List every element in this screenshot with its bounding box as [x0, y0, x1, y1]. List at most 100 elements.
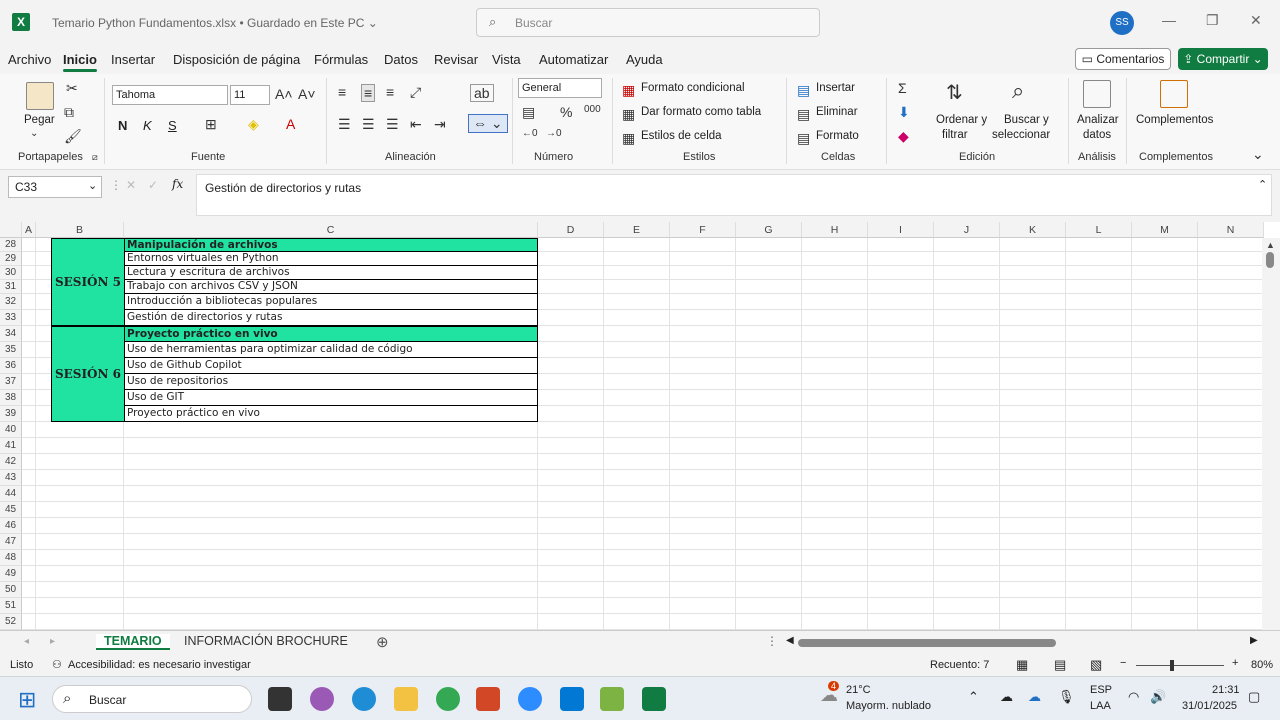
analyze-data-label-1[interactable]: Analizar	[1077, 114, 1119, 126]
column-header-e[interactable]: E	[604, 222, 670, 238]
spreadsheet-grid[interactable]: ABCDEFGHIJKLMN 28 29 30 31 32 33 34 35 36 37 38 39 4…	[0, 222, 1280, 630]
wrap-text-icon[interactable]: ab	[470, 84, 494, 102]
network-tray-icon[interactable]: ☁	[1000, 689, 1013, 705]
conditional-format-button[interactable]: Formato condicional	[641, 82, 745, 94]
vertical-scrollbar[interactable]	[1262, 238, 1280, 630]
chevron-down-icon[interactable]: ⌄	[368, 16, 378, 30]
row-header-37[interactable]: 37	[0, 374, 22, 390]
align-left-icon[interactable]: ☰	[338, 116, 351, 133]
column-header-k[interactable]: K	[1000, 222, 1066, 238]
row-header-45[interactable]: 45	[0, 502, 22, 518]
row-header-41[interactable]: 41	[0, 438, 22, 454]
column-header-l[interactable]: L	[1066, 222, 1132, 238]
file-explorer-icon[interactable]	[394, 687, 418, 711]
edge-icon[interactable]	[352, 687, 376, 711]
vscode-icon[interactable]	[560, 687, 584, 711]
close-icon[interactable]: ✕	[1250, 12, 1262, 29]
session-title-cell[interactable]: Proyecto práctico en vivo	[124, 326, 538, 342]
orientation-icon[interactable]: ⤢	[410, 84, 421, 101]
normal-view-icon[interactable]: ▦	[1016, 657, 1028, 673]
align-right-icon[interactable]: ☰	[386, 116, 399, 133]
underline-button[interactable]: S	[168, 118, 177, 133]
row-header-33[interactable]: 33	[0, 310, 22, 326]
chevron-down-icon[interactable]: ⌄	[88, 179, 97, 192]
fill-icon[interactable]: ⬇	[898, 104, 910, 121]
paste-icon[interactable]	[26, 82, 54, 110]
insert-function-icon[interactable]: fx	[172, 177, 183, 191]
horizontal-scroll-thumb[interactable]	[798, 639, 1056, 647]
font-size-select[interactable]: 11	[230, 85, 270, 105]
decrease-decimal-icon[interactable]: →0	[546, 128, 562, 139]
addins-button[interactable]: Complementos	[1136, 114, 1213, 126]
row-header-47[interactable]: 47	[0, 534, 22, 550]
analyze-data-icon[interactable]	[1083, 80, 1111, 108]
borders-icon[interactable]: ⊞	[205, 116, 217, 133]
delete-cells-icon[interactable]: ▤	[797, 106, 810, 123]
row-header-49[interactable]: 49	[0, 566, 22, 582]
topic-cell[interactable]: Gestión de directorios y rutas	[124, 310, 538, 326]
sort-filter-label-2[interactable]: filtrar	[942, 129, 968, 141]
session-title-cell[interactable]: Manipulación de archivos	[124, 238, 538, 252]
cut-icon[interactable]: ✂	[66, 80, 78, 97]
vertical-scroll-thumb[interactable]	[1266, 252, 1274, 268]
column-header-m[interactable]: M	[1132, 222, 1198, 238]
sort-filter-icon[interactable]: ⇅	[946, 80, 963, 105]
format-table-button[interactable]: Dar formato como tabla	[641, 106, 761, 118]
select-all-corner[interactable]	[0, 222, 22, 238]
font-name-select[interactable]: Tahoma	[112, 85, 228, 105]
dialog-launcher-icon[interactable]: ⧄	[92, 152, 98, 163]
column-header-g[interactable]: G	[736, 222, 802, 238]
tab-vista[interactable]: Vista	[492, 52, 521, 67]
enter-icon[interactable]: ✓	[148, 178, 158, 192]
column-header-c[interactable]: C	[124, 222, 538, 238]
row-header-36[interactable]: 36	[0, 358, 22, 374]
powerpoint-icon[interactable]	[476, 687, 500, 711]
page-layout-icon[interactable]: ▤	[1054, 657, 1066, 673]
tab-formulas[interactable]: Fórmulas	[314, 52, 368, 67]
keyboard-layout[interactable]: LAA	[1090, 700, 1111, 712]
windows-start-icon[interactable]: ⊞	[18, 687, 36, 713]
notifications-icon[interactable]: ▢	[1248, 689, 1260, 705]
currency-icon[interactable]: ▤	[522, 104, 535, 121]
topic-cell[interactable]: Uso de herramientas para optimizar calid…	[124, 342, 538, 358]
row-header-48[interactable]: 48	[0, 550, 22, 566]
row-header-52[interactable]: 52	[0, 614, 22, 630]
share-button[interactable]: ⇪ Compartir ⌄	[1178, 48, 1268, 70]
row-header-40[interactable]: 40	[0, 422, 22, 438]
row-header-31[interactable]: 31	[0, 280, 22, 294]
increase-indent-icon[interactable]: ⇥	[434, 116, 446, 133]
autosum-icon[interactable]: Σ	[898, 80, 907, 96]
chevron-up-icon[interactable]: ⌃	[968, 689, 979, 705]
column-header-n[interactable]: N	[1198, 222, 1264, 238]
decrease-indent-icon[interactable]: ⇤	[410, 116, 422, 133]
chevron-down-icon[interactable]: ⌄	[1252, 146, 1264, 163]
merge-center-icon[interactable]: ⇔ ⌄	[468, 114, 508, 133]
zoom-slider[interactable]	[1136, 665, 1224, 666]
align-top-icon[interactable]: ≡	[338, 84, 346, 100]
scroll-right-icon[interactable]: ▶	[1250, 635, 1258, 646]
percent-icon[interactable]: %	[560, 104, 572, 120]
topic-cell[interactable]: Trabajo con archivos CSV y JSON	[124, 280, 538, 294]
analyze-data-label-2[interactable]: datos	[1083, 129, 1111, 141]
cancel-icon[interactable]: ✕	[126, 178, 136, 192]
column-header-a[interactable]: A	[22, 222, 36, 238]
search-box[interactable]: ⌕ Buscar	[476, 8, 820, 37]
align-bottom-icon[interactable]: ≡	[386, 84, 394, 100]
tab-insertar[interactable]: Insertar	[111, 52, 155, 67]
session-label[interactable]: SESIÓN 5	[51, 238, 125, 326]
cell-styles-button[interactable]: Estilos de celda	[641, 130, 722, 142]
next-sheet-icon[interactable]: ▸	[50, 636, 55, 647]
format-painter-icon[interactable]: 🖌	[64, 128, 82, 145]
page-break-icon[interactable]: ▧	[1090, 657, 1102, 673]
scroll-left-icon[interactable]: ◀	[786, 635, 794, 646]
volume-icon[interactable]: 🔊	[1150, 689, 1166, 705]
find-select-label-1[interactable]: Buscar y	[1004, 114, 1049, 126]
excel-icon[interactable]	[642, 687, 666, 711]
tab-disposicion[interactable]: Disposición de página	[173, 52, 300, 67]
minimize-icon[interactable]: —	[1162, 12, 1176, 28]
row-header-44[interactable]: 44	[0, 486, 22, 502]
number-format-select[interactable]: General	[518, 78, 602, 98]
clear-icon[interactable]: ◆	[898, 128, 909, 145]
tab-revisar[interactable]: Revisar	[434, 52, 478, 67]
column-header-b[interactable]: B	[36, 222, 124, 238]
